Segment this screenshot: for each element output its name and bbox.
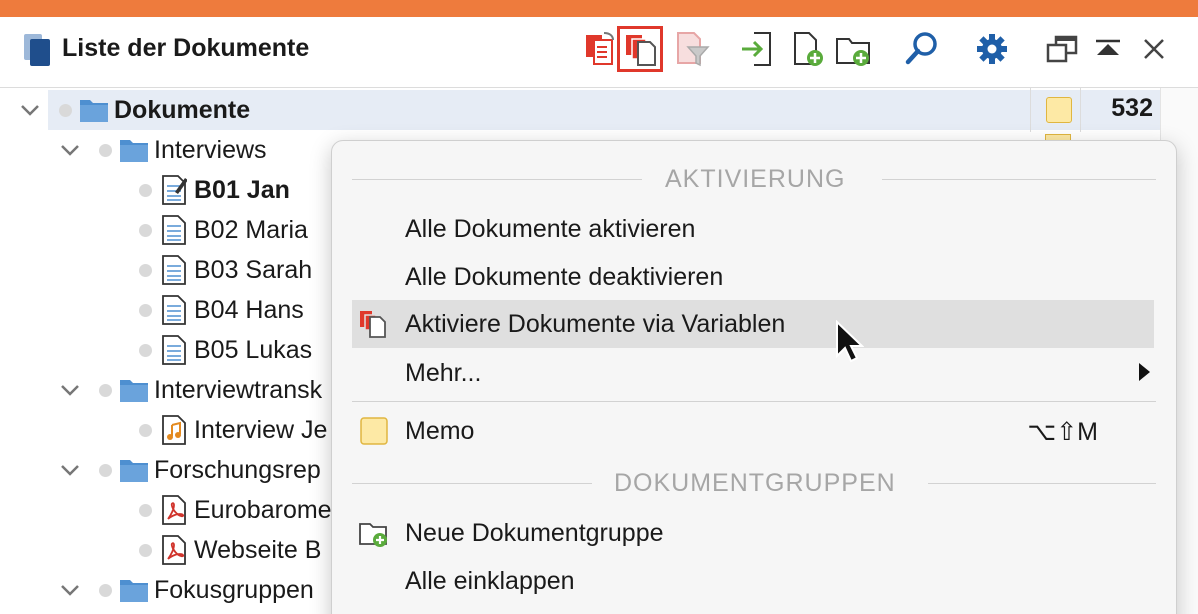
folder-icon xyxy=(120,460,148,482)
search-icon[interactable] xyxy=(902,29,942,69)
menu-item-deactivate-all[interactable]: Alle Dokumente deaktivieren xyxy=(352,253,1154,301)
reset-activation-icon[interactable] xyxy=(580,29,620,69)
menu-item-collapse-all[interactable]: Alle einklappen xyxy=(352,557,1154,605)
text-document-icon xyxy=(162,255,186,285)
activate-by-variables-icon xyxy=(360,311,386,338)
menu-separator xyxy=(352,401,1156,402)
activation-dot[interactable] xyxy=(139,544,152,557)
text-document-icon xyxy=(162,335,186,365)
tree-row-label: Forschungsrep xyxy=(154,456,321,484)
activation-dot[interactable] xyxy=(99,144,112,157)
document-count: 532 xyxy=(1111,94,1153,122)
activation-dot[interactable] xyxy=(139,304,152,317)
tree-row-label: Interviewtransk xyxy=(154,376,323,404)
activation-dot[interactable] xyxy=(99,384,112,397)
memo-shortcut: ⌥⇧M xyxy=(1027,418,1098,446)
tree-root-label: Dokumente xyxy=(114,96,251,124)
activate-by-variables-icon[interactable] xyxy=(617,26,663,72)
tree-row-label: Webseite B xyxy=(194,536,322,564)
tree-row-label: B03 Sarah xyxy=(194,256,313,284)
pdf-document-icon xyxy=(162,535,186,565)
menu-item-activate-by-variables[interactable]: Aktiviere Dokumente via Variablen xyxy=(352,300,1154,348)
new-document-group-icon[interactable] xyxy=(834,29,874,69)
panel-title: Liste der Dokumente xyxy=(62,34,310,62)
chevron-down-icon[interactable] xyxy=(19,102,41,118)
gear-icon[interactable] xyxy=(972,29,1012,69)
menu-section-header: AKTIVIERUNG xyxy=(352,165,1156,195)
edit-document-icon xyxy=(162,175,187,205)
tree-row-label: B04 Hans xyxy=(194,296,304,324)
folder-icon xyxy=(80,100,108,122)
chevron-down-icon[interactable] xyxy=(59,582,81,598)
activation-dot[interactable] xyxy=(139,184,152,197)
folder-icon xyxy=(120,580,148,602)
menu-item-memo[interactable]: Memo ⌥⇧M xyxy=(352,407,1154,455)
memo-icon xyxy=(360,417,388,445)
import-icon[interactable] xyxy=(738,29,778,69)
menu-item-activate-all[interactable]: Alle Dokumente aktivieren xyxy=(352,205,1154,253)
count-column: 532 xyxy=(1080,88,1161,132)
activation-dot[interactable] xyxy=(59,104,72,117)
tree-row-label: Interview Je xyxy=(194,416,328,444)
tree-row-label: Interviews xyxy=(154,136,267,164)
text-document-icon xyxy=(162,215,186,245)
memo-column xyxy=(1030,88,1081,132)
filter-icon[interactable] xyxy=(672,29,712,69)
document-list-window: Liste der Dokumente Dokumente 532 Interv… xyxy=(0,0,1198,614)
menu-item-new-document-group[interactable]: Neue Dokumentgruppe xyxy=(352,509,1154,557)
mouse-pointer-icon xyxy=(836,320,864,363)
collapse-panel-icon[interactable] xyxy=(1088,29,1128,69)
chevron-down-icon[interactable] xyxy=(59,142,81,158)
menu-item-more[interactable]: Mehr... xyxy=(352,349,1154,397)
tree-row-label: B02 Maria xyxy=(194,216,308,244)
close-icon[interactable] xyxy=(1134,29,1174,69)
panel-header: Liste der Dokumente xyxy=(0,17,1198,88)
audio-document-icon xyxy=(162,415,186,445)
chevron-down-icon[interactable] xyxy=(59,462,81,478)
activation-dot[interactable] xyxy=(99,584,112,597)
undock-window-icon[interactable] xyxy=(1042,29,1082,69)
activation-dot[interactable] xyxy=(139,344,152,357)
folder-icon xyxy=(120,380,148,402)
folder-icon xyxy=(120,140,148,162)
memo-icon[interactable] xyxy=(1046,97,1072,123)
context-menu: AKTIVIERUNG Alle Dokumente aktivieren Al… xyxy=(331,140,1177,614)
menu-section-header: DOKUMENTGRUPPEN xyxy=(352,469,1156,499)
activation-dot[interactable] xyxy=(139,424,152,437)
new-document-group-icon xyxy=(359,523,387,547)
new-document-icon[interactable] xyxy=(788,29,828,69)
accent-bar xyxy=(0,0,1198,17)
chevron-down-icon[interactable] xyxy=(59,382,81,398)
documents-icon xyxy=(24,34,50,66)
activation-dot[interactable] xyxy=(99,464,112,477)
tree-row-label: Eurobarome xyxy=(194,496,332,524)
activation-dot[interactable] xyxy=(139,504,152,517)
activation-dot[interactable] xyxy=(139,264,152,277)
text-document-icon xyxy=(162,295,186,325)
pdf-document-icon xyxy=(162,495,186,525)
submenu-arrow-icon xyxy=(1139,363,1150,381)
activation-dot[interactable] xyxy=(139,224,152,237)
tree-row-label: Fokusgruppen xyxy=(154,576,314,604)
tree-row-label: B05 Lukas xyxy=(194,336,313,364)
tree-row-label: B01 Jan xyxy=(194,176,290,204)
